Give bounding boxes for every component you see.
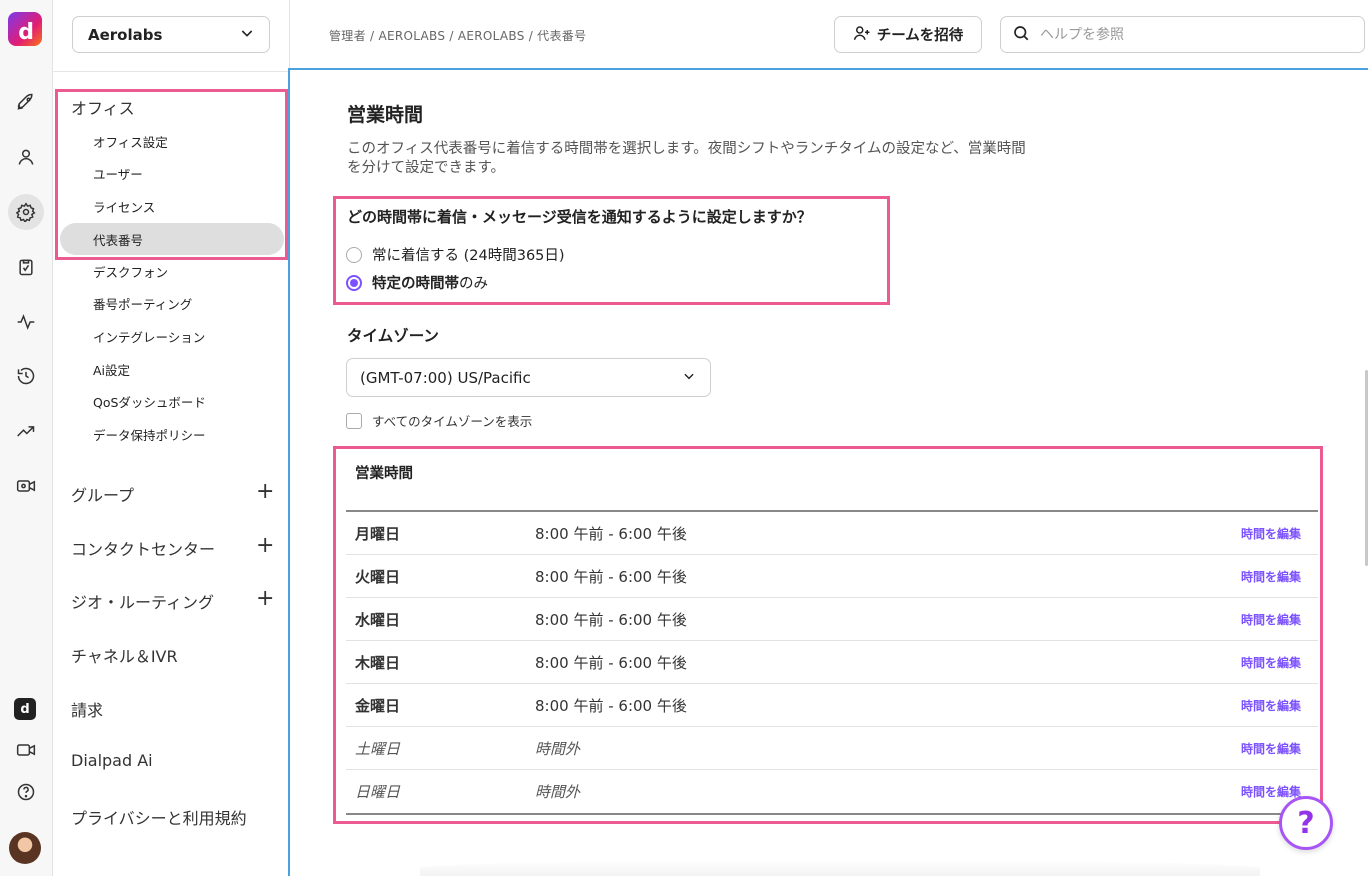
hours-row-sunday: 日曜日 時間外 時間を編集 [355,783,1301,801]
sidebar-section-dialpad-ai[interactable]: Dialpad Ai [71,751,153,770]
clipboard-icon[interactable] [8,249,44,285]
help-search-input[interactable] [1040,26,1340,43]
activity-icon[interactable] [8,304,44,340]
chevron-down-icon [682,369,696,387]
breadcrumb: 管理者 / AEROLABS / AEROLABS / 代表番号 [329,29,587,43]
sidebar-section-groups[interactable]: グループ [71,482,134,506]
option-always[interactable]: 常に着信する (24時間365日) [346,244,565,265]
user-avatar[interactable] [9,832,41,864]
page-title: 営業時間 [347,104,424,126]
trending-icon[interactable] [8,413,44,449]
hours-row-tuesday: 火曜日 8:00 午前 - 6:00 午後 時間を編集 [346,555,1318,598]
video-icon[interactable] [8,732,44,768]
edit-hours-link[interactable]: 時間を編集 [1241,525,1301,542]
hours-row-wednesday: 水曜日 8:00 午前 - 6:00 午後 時間を編集 [346,598,1318,641]
video-settings-icon[interactable] [8,468,44,504]
show-all-timezones-checkbox[interactable] [346,412,362,429]
notify-question: どの時間帯に着信・メッセージ受信を通知するように設定しますか？ [347,208,812,226]
option-specific-hours[interactable]: 特定の時間帯のみ [346,272,488,293]
expand-groups-icon[interactable]: + [256,481,274,503]
chevron-down-icon [239,25,255,45]
gear-icon[interactable] [8,194,44,230]
sidebar-section-geo-routing[interactable]: ジオ・ルーティング [71,589,214,613]
edit-hours-link[interactable]: 時間を編集 [1241,611,1301,628]
help-search[interactable] [1000,16,1365,53]
radio-always[interactable] [346,246,362,263]
highlight-box-office [55,89,288,260]
sidebar-item-ai-settings[interactable]: Ai設定 [93,360,130,379]
dialpad-ai-icon[interactable]: d [14,698,36,720]
edit-hours-link[interactable]: 時間を編集 [1241,740,1301,757]
sidebar-section-privacy-terms[interactable]: プライバシーと利用規約 [71,805,247,829]
invite-team-button[interactable]: チームを招待 [834,16,982,53]
sidebar-section-channels-ivr[interactable]: チャネル＆IVR [71,643,178,667]
edit-hours-link[interactable]: 時間を編集 [1241,697,1301,714]
radio-specific-hours[interactable] [346,274,362,291]
edit-hours-link[interactable]: 時間を編集 [1241,654,1301,671]
timezone-label: タイムゾーン [347,327,439,345]
settings-sidebar: Aerolabs オフィス オフィス設定 ユーザー ライセンス 代表番号 デスク… [53,0,290,876]
hours-row-monday: 月曜日 8:00 午前 - 6:00 午後 時間を編集 [346,512,1318,555]
edit-hours-link[interactable]: 時間を編集 [1241,783,1301,800]
help-circle-icon[interactable] [8,774,44,810]
expand-geo-routing-icon[interactable]: + [256,588,274,610]
sidebar-item-desk-phones[interactable]: デスクフォン [93,262,168,281]
hours-row-friday: 金曜日 8:00 午前 - 6:00 午後 時間を編集 [346,684,1318,727]
help-button[interactable]: ? [1279,796,1333,850]
person-icon[interactable] [8,139,44,175]
edit-hours-link[interactable]: 時間を編集 [1241,568,1301,585]
sidebar-item-data-retention[interactable]: データ保持ポリシー [93,425,206,444]
history-icon[interactable] [8,358,44,394]
rocket-icon[interactable] [8,84,44,120]
hours-row-thursday: 木曜日 8:00 午前 - 6:00 午後 時間を編集 [346,641,1318,684]
sidebar-divider [53,71,290,72]
page-description: このオフィス代表番号に着信する時間帯を選択します。夜間シフトやランチタイムの設定… [347,141,1026,176]
show-all-timezones[interactable]: すべてのタイムゾーンを表示 [346,411,532,430]
sidebar-section-billing[interactable]: 請求 [71,697,103,721]
expand-contact-center-icon[interactable]: + [256,535,274,557]
sidebar-item-integrations[interactable]: インテグレーション [93,327,205,346]
sidebar-item-qos-dashboard[interactable]: QoSダッシュボード [93,392,206,411]
org-select[interactable]: Aerolabs [72,16,270,53]
timezone-select[interactable]: (GMT-07:00) US/Pacific [346,358,711,397]
icon-rail: d d [0,0,53,876]
top-bar: 管理者 / AEROLABS / AEROLABS / 代表番号 チームを招待 [291,0,1368,68]
hours-row-saturday: 土曜日 時間外 時間を編集 [346,727,1318,770]
add-user-icon [853,24,871,46]
hours-section-title: 営業時間 [355,466,413,482]
hours-table: 月曜日 8:00 午前 - 6:00 午後 時間を編集 火曜日 8:00 午前 … [346,510,1318,815]
sidebar-section-contact-center[interactable]: コンタクトセンター [71,536,215,560]
search-icon [1012,24,1030,46]
sidebar-item-number-porting[interactable]: 番号ポーティング [93,294,192,313]
bottom-shadow [420,860,1260,876]
dialpad-logo[interactable]: d [8,12,42,46]
